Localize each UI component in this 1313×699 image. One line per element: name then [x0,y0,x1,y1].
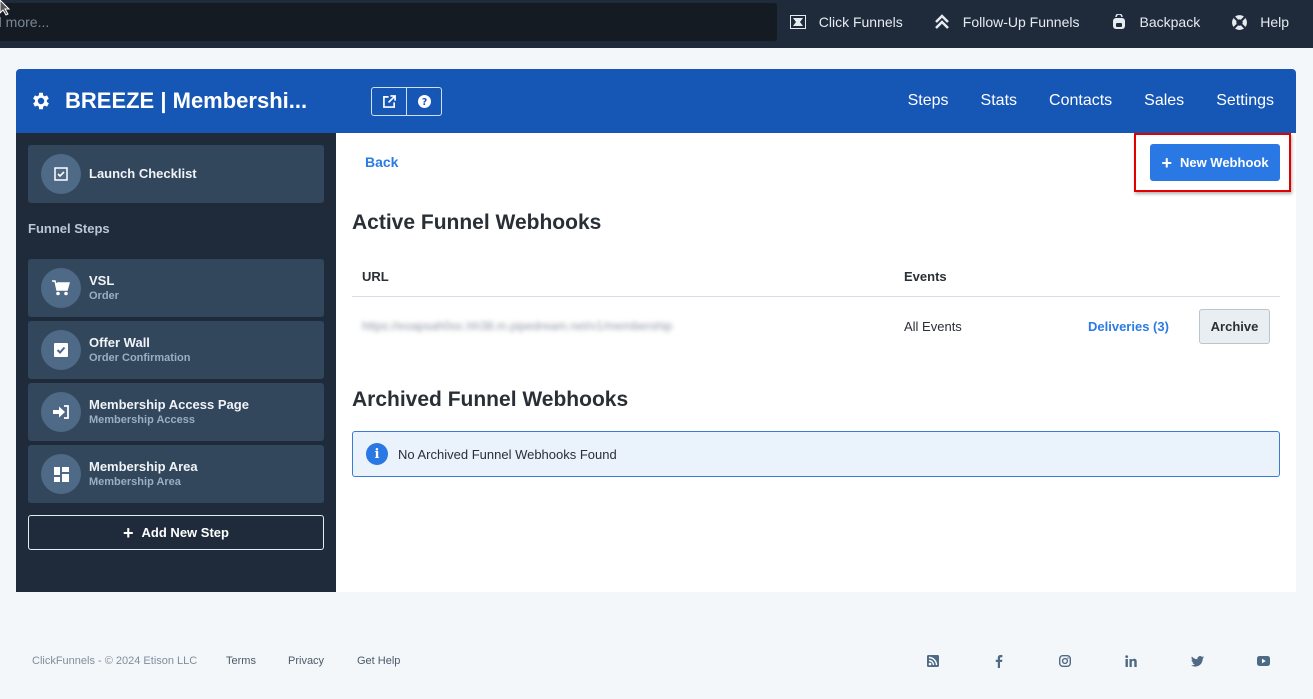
copyright: ClickFunnels - © 2024 Etison LLC [32,655,198,667]
double-chevron-up-icon [933,13,951,31]
new-webhook-button[interactable]: + New Webhook [1150,144,1280,181]
sidebar-step-offer-wall[interactable]: Offer Wall Order Confirmation [28,321,324,379]
sidebar-step-vsl[interactable]: VSL Order [28,259,324,317]
cart-icon [41,268,81,308]
question-circle-icon: ? [417,95,431,108]
add-new-step-button[interactable]: + Add New Step [28,515,324,550]
facebook-icon[interactable] [992,654,1006,668]
step-name: Offer Wall [89,334,150,350]
step-type: Membership Area [89,475,181,488]
sidebar-step-membership-area[interactable]: Membership Area Membership Area [28,445,324,503]
top-nav: Click Funnels Follow-Up Funnels Backpack… [789,0,1313,44]
back-link[interactable]: Back [365,154,398,170]
title-action-group: ? [371,87,442,116]
plus-icon: + [1161,152,1172,173]
webhooks-content: Back + New Webhook Active Funnel Webhook… [336,133,1296,592]
instagram-icon[interactable] [1058,654,1072,668]
footer: ClickFunnels - © 2024 Etison LLC Terms P… [0,640,1313,684]
step-type: Order Confirmation [89,351,191,364]
topnav-help[interactable]: Help [1230,13,1289,31]
lifebuoy-icon [1230,13,1248,31]
funnel-name: BREEZE | Membershi... [65,88,308,113]
funnel-card: BREEZE | Membershi... ? Steps Stats Cont… [16,69,1296,592]
gear-icon[interactable] [30,90,52,112]
funnel-steps-heading: Funnel Steps [28,221,110,236]
search-input[interactable]: d more... [0,3,777,41]
backpack-icon [1110,13,1128,31]
tab-stats[interactable]: Stats [981,92,1017,110]
checklist-icon [41,154,81,194]
table-row: https://eoapsah0oc.hh38.m.pipedream.net/… [352,297,1280,357]
plus-icon: + [123,522,134,543]
top-bar: d more... Click Funnels Follow-Up Funnel… [0,0,1313,48]
webhook-events: All Events [904,319,962,334]
rss-icon[interactable] [926,654,940,668]
footer-link-get-help[interactable]: Get Help [357,655,400,667]
webhook-url: https://eoapsah0oc.hh38.m.pipedream.net/… [362,319,673,333]
tab-steps[interactable]: Steps [908,92,949,110]
step-type: Membership Access [89,413,195,426]
dashboard-icon [41,454,81,494]
sidebar-step-membership-access-page[interactable]: Membership Access Page Membership Access [28,383,324,441]
footer-link-privacy[interactable]: Privacy [288,655,324,667]
archived-webhooks-title: Archived Funnel Webhooks [352,388,629,411]
deliveries-link[interactable]: Deliveries (3) [1088,319,1169,334]
youtube-icon[interactable] [1256,654,1270,668]
sidebar: Launch Checklist Funnel Steps VSL Order … [16,133,336,592]
mouse-cursor-icon [0,0,11,16]
search-placeholder: d more... [0,14,50,30]
column-url: URL [362,269,389,284]
webhooks-table-header: URL Events [352,261,1280,297]
topnav-backpack[interactable]: Backpack [1110,13,1200,31]
step-name: VSL [89,272,115,288]
empty-archived-message: No Archived Funnel Webhooks Found [398,446,617,462]
help-button[interactable]: ? [406,88,441,115]
clickfunnels-logo-icon [789,13,807,31]
funnel-title: BREEZE | Membershi... [30,69,307,133]
launch-checklist-label: Launch Checklist [89,166,197,181]
funnel-nav: Steps Stats Contacts Sales Settings [892,69,1290,133]
footer-link-terms[interactable]: Terms [226,655,256,667]
column-events: Events [904,269,947,284]
step-type: Order [89,289,119,302]
tab-settings[interactable]: Settings [1216,92,1274,110]
step-name: Membership Area [89,458,198,474]
svg-text:?: ? [421,97,426,108]
sign-in-icon [41,392,81,432]
check-square-icon [41,330,81,370]
tab-contacts[interactable]: Contacts [1049,92,1112,110]
launch-checklist[interactable]: Launch Checklist [28,145,324,203]
tab-sales[interactable]: Sales [1144,92,1184,110]
topnav-click-funnels[interactable]: Click Funnels [789,13,903,31]
active-webhooks-title: Active Funnel Webhooks [352,211,602,234]
twitter-icon[interactable] [1190,654,1204,668]
archive-button[interactable]: Archive [1199,309,1270,344]
linkedin-icon[interactable] [1124,654,1138,668]
step-name: Membership Access Page [89,396,249,412]
empty-archived-alert: i No Archived Funnel Webhooks Found [352,431,1280,477]
topnav-follow-up-funnels[interactable]: Follow-Up Funnels [933,13,1080,31]
funnel-header: BREEZE | Membershi... ? Steps Stats Cont… [16,69,1296,133]
info-icon: i [366,443,388,465]
open-funnel-button[interactable] [372,88,406,115]
external-edit-icon [382,95,396,108]
